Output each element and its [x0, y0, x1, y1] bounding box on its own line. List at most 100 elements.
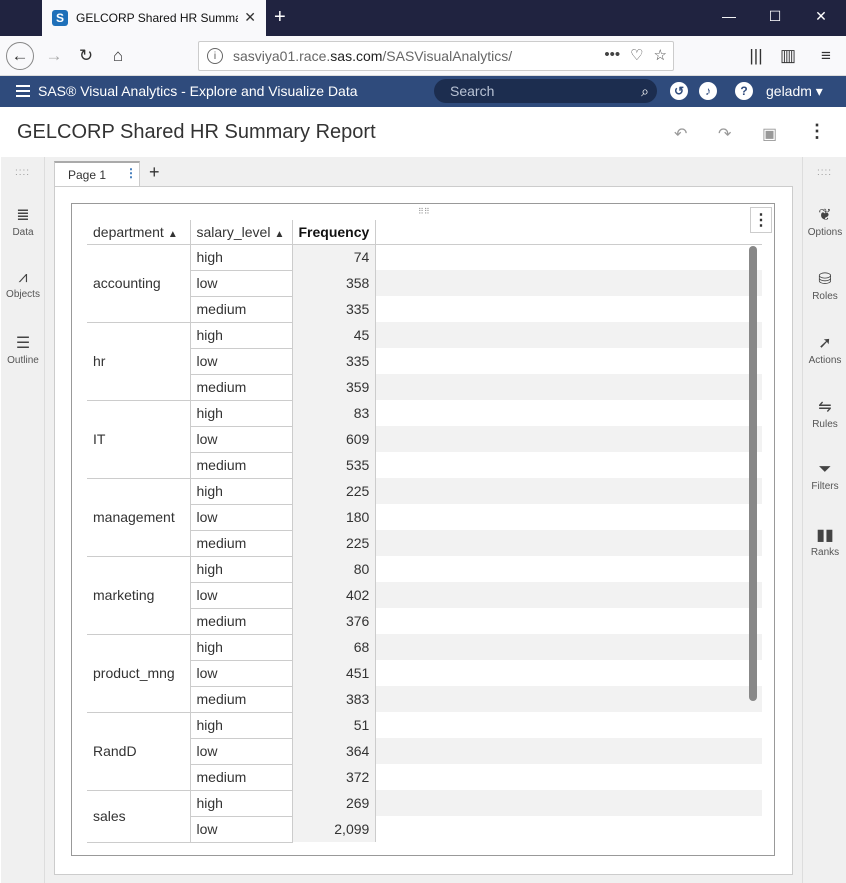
frequency-cell[interactable]: 359 [292, 374, 377, 400]
left-pane-data[interactable]: ≣ Data [1, 205, 45, 238]
home-icon[interactable]: ⌂ [104, 42, 132, 70]
department-cell[interactable]: management [87, 478, 190, 557]
frequency-cell[interactable]: 180 [292, 504, 377, 530]
department-header[interactable]: department ▲ [87, 220, 190, 245]
right-pane-options[interactable]: ❦ Options [803, 205, 846, 238]
salary-level-cell[interactable]: medium [189, 530, 293, 557]
department-cell[interactable]: RandD [87, 712, 190, 791]
salary-level-cell[interactable]: low [189, 816, 293, 843]
salary-level-cell[interactable]: high [189, 790, 293, 817]
history-icon[interactable]: ↺ [670, 82, 688, 100]
pane-grip-icon[interactable]: :::: [803, 167, 846, 178]
frequency-cell[interactable]: 225 [292, 478, 377, 504]
frequency-cell[interactable]: 358 [292, 270, 377, 296]
frequency-cell[interactable]: 2,099 [292, 816, 377, 842]
pocket-icon[interactable]: ♡ [630, 46, 643, 64]
salary-level-cell[interactable]: medium [189, 686, 293, 713]
minimize-icon[interactable]: — [706, 8, 752, 24]
tab-page-1[interactable]: Page 1 ⋮ [54, 161, 140, 187]
frequency-cell[interactable]: 376 [292, 608, 377, 634]
site-info-icon[interactable]: i [207, 48, 223, 64]
salary-level-cell[interactable]: medium [189, 764, 293, 791]
salary-level-cell[interactable]: medium [189, 608, 293, 635]
bookmark-star-icon[interactable]: ☆ [654, 46, 667, 64]
new-tab-icon[interactable]: + [274, 6, 286, 29]
salary-level-cell[interactable]: low [189, 504, 293, 531]
frequency-cell[interactable]: 364 [292, 738, 377, 764]
salary-level-header[interactable]: salary_level ▲ [189, 220, 293, 245]
frequency-cell[interactable]: 68 [292, 634, 377, 660]
salary-level-cell[interactable]: high [189, 634, 293, 661]
salary-level-cell[interactable]: high [189, 556, 293, 583]
salary-level-cell[interactable]: high [189, 712, 293, 739]
sort-ascending-icon[interactable]: ▲ [168, 229, 178, 240]
salary-level-cell[interactable]: low [189, 270, 293, 297]
frequency-cell[interactable]: 402 [292, 582, 377, 608]
salary-level-cell[interactable]: low [189, 738, 293, 765]
salary-level-cell[interactable]: high [189, 244, 293, 271]
page-actions-icon[interactable]: ••• [604, 46, 620, 64]
search-input[interactable] [450, 83, 630, 99]
salary-level-cell[interactable]: low [189, 348, 293, 375]
vertical-scrollbar[interactable] [749, 246, 757, 701]
salary-level-cell[interactable]: medium [189, 452, 293, 479]
frequency-cell[interactable]: 335 [292, 348, 377, 374]
frequency-cell[interactable]: 83 [292, 400, 377, 426]
right-pane-ranks[interactable]: ▮▮ Ranks [803, 525, 846, 558]
right-pane-actions[interactable]: ➚ Actions [803, 333, 846, 366]
left-pane-objects[interactable]: ⩘ Objects [1, 269, 45, 300]
frequency-cell[interactable]: 225 [292, 530, 377, 556]
frequency-header[interactable]: Frequency [292, 220, 377, 245]
frequency-cell[interactable]: 45 [292, 322, 377, 348]
add-page-icon[interactable]: + [149, 162, 160, 183]
right-pane-rules[interactable]: ⇋ Rules [803, 397, 846, 430]
department-cell[interactable]: IT [87, 400, 190, 479]
frequency-cell[interactable]: 372 [292, 764, 377, 790]
department-cell[interactable]: marketing [87, 556, 190, 635]
browser-tab[interactable]: S GELCORP Shared HR Summary ✕ [42, 0, 266, 36]
salary-level-cell[interactable]: low [189, 660, 293, 687]
left-pane-outline[interactable]: ☰ Outline [1, 333, 45, 366]
frequency-cell[interactable]: 335 [292, 296, 377, 322]
back-icon[interactable]: ← [6, 42, 34, 70]
user-menu[interactable]: geladm ▾ [766, 83, 823, 100]
reload-icon[interactable]: ↻ [72, 42, 100, 70]
frequency-cell[interactable]: 609 [292, 426, 377, 452]
window-close-icon[interactable]: ✕ [798, 8, 844, 25]
sidebar-icon[interactable]: ▥ [774, 42, 802, 70]
salary-level-cell[interactable]: high [189, 400, 293, 427]
salary-level-cell[interactable]: low [189, 582, 293, 609]
notification-bell-icon[interactable]: ♪ [699, 82, 717, 100]
salary-level-cell[interactable]: high [189, 478, 293, 505]
sort-ascending-icon[interactable]: ▲ [274, 229, 284, 240]
right-pane-filters[interactable]: ⏷ Filters [803, 461, 846, 492]
right-pane-roles[interactable]: ⛁ Roles [803, 269, 846, 302]
url-bar[interactable]: i sasviya01.race.sas.com/SASVisualAnalyt… [198, 41, 674, 71]
frequency-cell[interactable]: 74 [292, 244, 377, 270]
frequency-cell[interactable]: 80 [292, 556, 377, 582]
help-icon[interactable]: ? [735, 82, 753, 100]
search-icon[interactable]: ⌕ [641, 83, 649, 100]
frequency-cell[interactable]: 383 [292, 686, 377, 712]
frequency-cell[interactable]: 51 [292, 712, 377, 738]
hamburger-menu-icon[interactable] [16, 85, 30, 100]
menu-icon[interactable]: ≡ [812, 42, 840, 70]
library-icon[interactable]: ||| [742, 42, 770, 70]
frequency-cell[interactable]: 269 [292, 790, 377, 816]
department-cell[interactable]: product_mng [87, 634, 190, 713]
redo-icon[interactable]: ↷ [718, 124, 731, 144]
close-tab-icon[interactable]: ✕ [244, 9, 256, 26]
search-box[interactable]: ⌕ [434, 79, 657, 103]
crosstab-object[interactable]: ⠿⠿ ⋮ department ▲ salary_level ▲ Frequency… [71, 203, 775, 856]
department-cell[interactable]: accounting [87, 244, 190, 323]
salary-level-cell[interactable]: medium [189, 296, 293, 323]
salary-level-cell[interactable]: high [189, 322, 293, 349]
object-drag-handle-icon[interactable]: ⠿⠿ [418, 207, 430, 216]
undo-icon[interactable]: ↶ [674, 124, 687, 144]
pane-grip-icon[interactable]: :::: [1, 167, 44, 178]
salary-level-cell[interactable]: low [189, 426, 293, 453]
department-cell[interactable]: hr [87, 322, 190, 401]
frequency-cell[interactable]: 535 [292, 452, 377, 478]
save-icon[interactable]: ▣ [762, 124, 777, 144]
frequency-cell[interactable]: 451 [292, 660, 377, 686]
